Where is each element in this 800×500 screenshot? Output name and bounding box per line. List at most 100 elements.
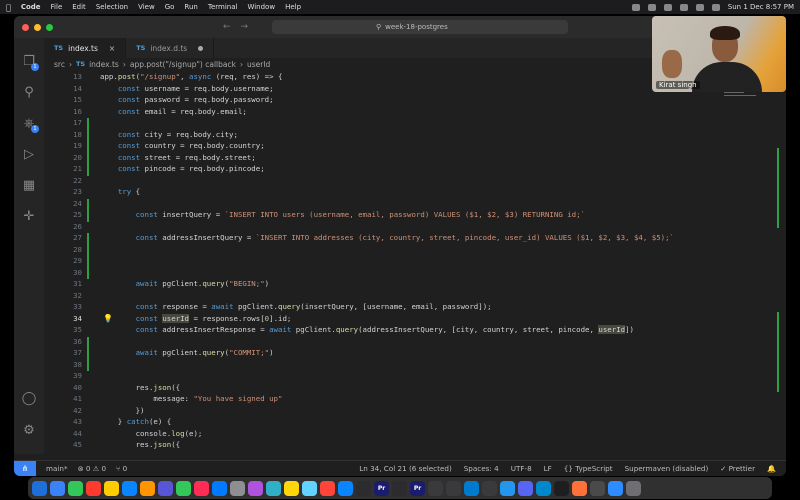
code-line[interactable]: 21 const pincode = req.body.pincode; bbox=[44, 164, 756, 176]
nav-back-icon[interactable]: ← bbox=[223, 22, 231, 32]
code-line[interactable]: 13 app.post("/signup", async (req, res) =… bbox=[44, 72, 756, 84]
dock-app-icon[interactable] bbox=[482, 480, 497, 496]
ports-count[interactable]: ⑂ 0 bbox=[116, 464, 127, 473]
menu-view[interactable]: View bbox=[138, 3, 155, 11]
code-line[interactable]: 18 const city = req.body.city; bbox=[44, 129, 756, 141]
end-of-line[interactable]: LF bbox=[544, 464, 552, 473]
menu-go[interactable]: Go bbox=[165, 3, 175, 11]
dock-app-icon[interactable] bbox=[104, 480, 119, 496]
code-line[interactable]: 33 const response = await pgClient.query… bbox=[44, 302, 756, 314]
dock-app-icon[interactable] bbox=[518, 480, 533, 496]
code-line[interactable]: 45 res.json({ bbox=[44, 440, 756, 452]
git-added-gutter[interactable] bbox=[87, 198, 89, 210]
breadcrumb-folder[interactable]: src bbox=[54, 60, 65, 69]
dock-app-icon[interactable] bbox=[194, 480, 209, 496]
dock-app-icon[interactable] bbox=[266, 480, 281, 496]
indentation[interactable]: Spaces: 4 bbox=[464, 464, 499, 473]
dock-app-icon[interactable] bbox=[572, 480, 587, 496]
notifications-icon[interactable]: 🔔 bbox=[767, 464, 776, 473]
status-tray-icon[interactable] bbox=[631, 3, 640, 11]
git-branch[interactable]: main* bbox=[46, 464, 68, 473]
dock-app-icon[interactable] bbox=[590, 480, 605, 496]
git-added-gutter[interactable] bbox=[87, 267, 89, 279]
tab-index-ts[interactable]: TS index.ts × bbox=[44, 38, 127, 58]
code-line[interactable]: 40 res.json({ bbox=[44, 383, 756, 395]
dock-app-icon[interactable] bbox=[338, 480, 353, 496]
remote-indicator-icon[interactable]: ⋔ bbox=[14, 460, 36, 476]
git-added-gutter[interactable] bbox=[87, 210, 89, 222]
code-line[interactable]: 36 bbox=[44, 336, 756, 348]
code-line[interactable]: 30 bbox=[44, 267, 756, 279]
problems-count[interactable]: ⊗ 0 ⚠ 0 bbox=[78, 464, 106, 473]
dock-app-icon[interactable] bbox=[176, 480, 191, 496]
code-line[interactable]: 17 bbox=[44, 118, 756, 130]
menu-run[interactable]: Run bbox=[184, 3, 197, 11]
apple-icon[interactable]:  bbox=[6, 3, 11, 12]
git-added-gutter[interactable] bbox=[87, 244, 89, 256]
settings-gear-icon[interactable]: ⚙ bbox=[14, 415, 44, 446]
extension-view-icon[interactable]: ✛ bbox=[14, 201, 44, 232]
git-added-gutter[interactable] bbox=[87, 141, 89, 153]
code-line[interactable]: 43 } catch(e) { bbox=[44, 417, 756, 429]
close-window-button[interactable] bbox=[22, 23, 29, 31]
code-line[interactable]: 19 const country = req.body.country; bbox=[44, 141, 756, 153]
control-center-icon[interactable] bbox=[711, 3, 720, 11]
dock-app-icon[interactable] bbox=[392, 480, 407, 496]
code-editor[interactable]: 13 app.post("/signup", async (req, res) =… bbox=[44, 72, 756, 456]
git-added-gutter[interactable] bbox=[87, 256, 89, 268]
code-line[interactable]: 27 const addressInsertQuery = `INSERT IN… bbox=[44, 233, 756, 245]
code-line[interactable]: 32 bbox=[44, 291, 756, 303]
code-line[interactable]: 37 await pgClient.query("COMMIT;") bbox=[44, 348, 756, 360]
zoom-window-button[interactable] bbox=[46, 23, 53, 31]
nav-forward-icon[interactable]: → bbox=[241, 22, 249, 32]
code-line[interactable]: 44 console.log(e); bbox=[44, 429, 756, 441]
git-added-gutter[interactable] bbox=[87, 118, 89, 130]
battery-icon[interactable] bbox=[663, 3, 672, 11]
menu-file[interactable]: File bbox=[51, 3, 63, 11]
supermaven-status[interactable]: Supermaven (disabled) bbox=[625, 464, 709, 473]
code-line[interactable]: 28 bbox=[44, 244, 756, 256]
code-line[interactable]: 42 }) bbox=[44, 406, 756, 418]
dock-app-icon[interactable] bbox=[140, 480, 155, 496]
command-center-search[interactable]: ⚲ week-18-postgres bbox=[272, 20, 568, 34]
source-control-icon[interactable]: ⎈ 1 bbox=[14, 108, 44, 139]
breadcrumb-file[interactable]: index.ts bbox=[89, 60, 119, 69]
menu-terminal[interactable]: Terminal bbox=[208, 3, 238, 11]
dock-app-icon[interactable] bbox=[68, 480, 83, 496]
breadcrumb-callback[interactable]: app.post("/signup") callback bbox=[130, 60, 236, 69]
menu-help[interactable]: Help bbox=[285, 3, 301, 11]
code-line[interactable]: 34 💡 const userId = response.rows[0].id; bbox=[44, 313, 756, 326]
tab-index-d-ts[interactable]: TS index.d.ts bbox=[126, 38, 215, 58]
dock-app-icon[interactable] bbox=[158, 480, 173, 496]
git-added-gutter[interactable] bbox=[87, 359, 89, 371]
explorer-icon[interactable]: ❐ 1 bbox=[14, 46, 44, 77]
code-line[interactable]: 39 bbox=[44, 371, 756, 383]
encoding[interactable]: UTF-8 bbox=[511, 464, 532, 473]
dock-app-icon[interactable] bbox=[230, 480, 245, 496]
dock-app-icon[interactable] bbox=[122, 480, 137, 496]
dock-app-icon[interactable] bbox=[554, 480, 569, 496]
wifi-icon[interactable] bbox=[679, 3, 688, 11]
dock-app-icon[interactable] bbox=[626, 480, 641, 496]
code-line[interactable]: 14 const username = req.body.username; bbox=[44, 84, 756, 96]
code-line[interactable]: 29 bbox=[44, 256, 756, 268]
minimize-window-button[interactable] bbox=[34, 23, 41, 31]
close-tab-icon[interactable]: × bbox=[109, 44, 115, 53]
git-added-gutter[interactable] bbox=[87, 336, 89, 348]
language-mode[interactable]: {} TypeScript bbox=[564, 464, 613, 473]
menu-app-name[interactable]: Code bbox=[21, 3, 41, 11]
cursor-position[interactable]: Ln 34, Col 21 (6 selected) bbox=[359, 464, 452, 473]
code-line[interactable]: 23 try { bbox=[44, 187, 756, 199]
status-tray-icon[interactable] bbox=[647, 3, 656, 11]
menu-selection[interactable]: Selection bbox=[96, 3, 128, 11]
dock-app-icon[interactable] bbox=[428, 480, 443, 496]
editor-scrollbar[interactable] bbox=[777, 72, 780, 456]
git-added-gutter[interactable] bbox=[87, 129, 89, 141]
code-line[interactable]: 38 bbox=[44, 359, 756, 371]
code-line[interactable]: 25 const insertQuery = `INSERT INTO user… bbox=[44, 210, 756, 222]
dock-app-icon[interactable] bbox=[356, 480, 371, 496]
clock[interactable]: Sun 1 Dec 8:57 PM bbox=[728, 3, 794, 11]
run-debug-icon[interactable]: ▷ bbox=[14, 139, 44, 170]
dock-app-icon[interactable] bbox=[608, 480, 623, 496]
dock-app-icon[interactable] bbox=[32, 480, 47, 496]
